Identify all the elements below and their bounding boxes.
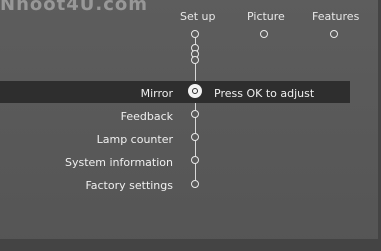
tab-features-indicator-icon [330,30,338,38]
menu-node-icon [191,110,199,118]
tab-features[interactable]: Features [312,10,359,23]
menu-node-icon [191,180,199,188]
action-hint: Press OK to adjust [214,87,315,100]
tab-setup-indicator-icon [191,30,199,38]
scroll-up-node-icon [191,56,199,64]
menu-item-lamp-counter[interactable]: Lamp counter [97,133,173,146]
screen-bottom-border [0,239,381,251]
menu-node-icon [191,133,199,141]
watermark-text: Nhoot4U.com [0,0,148,15]
menu-item-mirror[interactable]: Mirror [141,87,173,100]
menu-item-feedback[interactable]: Feedback [121,110,173,123]
selected-node-icon [188,84,202,98]
menu-item-factory-settings[interactable]: Factory settings [85,179,173,192]
tab-setup[interactable]: Set up [180,10,216,23]
menu-node-icon [191,156,199,164]
menu-item-system-information[interactable]: System information [65,156,173,169]
tab-picture[interactable]: Picture [247,10,285,23]
osd-screen [0,0,381,251]
tab-picture-indicator-icon [260,30,268,38]
